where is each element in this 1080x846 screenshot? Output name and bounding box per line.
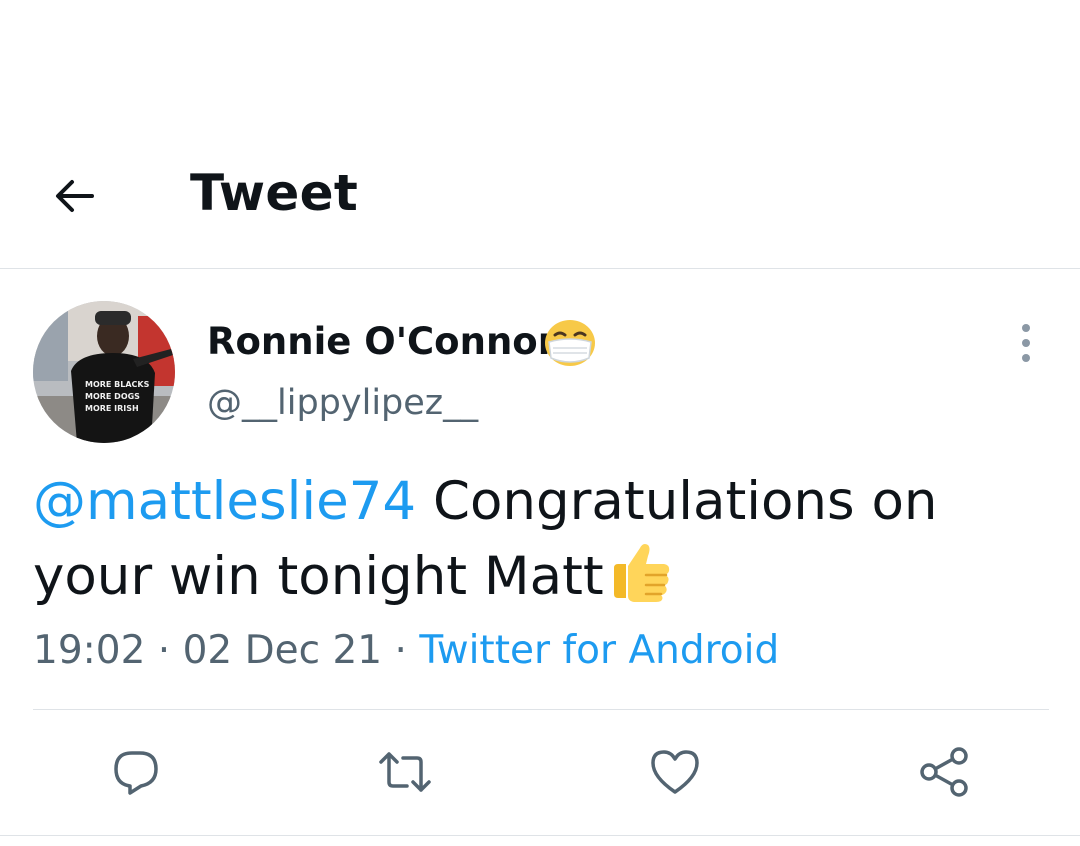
retweet-icon	[379, 752, 431, 792]
arrow-left-icon	[56, 180, 94, 212]
more-vertical-icon	[1022, 324, 1030, 362]
shirt-text-3: MORE IRISH	[85, 404, 139, 413]
heart-icon	[651, 750, 699, 794]
like-button[interactable]	[647, 744, 703, 800]
mention-link[interactable]: @mattleslie74	[33, 471, 416, 532]
meta-separator: ·	[382, 628, 420, 673]
reply-button[interactable]	[108, 744, 164, 800]
tweet-time: 19:02	[33, 628, 146, 673]
share-icon	[920, 747, 968, 797]
bottom-divider	[0, 835, 1080, 836]
user-handle[interactable]: @__lippylipez__	[207, 383, 478, 423]
back-button[interactable]	[44, 168, 104, 224]
tweet-source-link[interactable]: Twitter for Android	[419, 628, 779, 673]
retweet-button[interactable]	[377, 744, 433, 800]
tweet-meta: 19:02 · 02 Dec 21 · Twitter for Android	[33, 628, 779, 673]
shirt-text-2: MORE DOGS	[85, 392, 140, 401]
header-divider	[0, 268, 1080, 269]
more-options-button[interactable]	[1006, 322, 1046, 366]
tweet-text-line2: your win tonight Matt	[33, 546, 604, 607]
meta-divider	[33, 709, 1049, 710]
shirt-text-1: MORE BLACKS	[85, 380, 150, 389]
tweet-date: 02 Dec 21	[182, 628, 383, 673]
page-title: Tweet	[190, 164, 359, 222]
tweet-text: @mattleslie74 Congratulations on your win…	[33, 466, 1043, 613]
tweet-text-line1: Congratulations on	[416, 471, 938, 532]
share-button[interactable]	[916, 744, 972, 800]
thumbs-up-icon	[613, 544, 669, 602]
avatar[interactable]: MORE BLACKS MORE DOGS MORE IRISH	[33, 301, 175, 443]
face-with-medical-mask-icon	[545, 320, 595, 366]
display-name[interactable]: Ronnie O'Connor	[207, 320, 556, 363]
reply-icon	[114, 751, 158, 795]
meta-separator: ·	[145, 628, 183, 673]
